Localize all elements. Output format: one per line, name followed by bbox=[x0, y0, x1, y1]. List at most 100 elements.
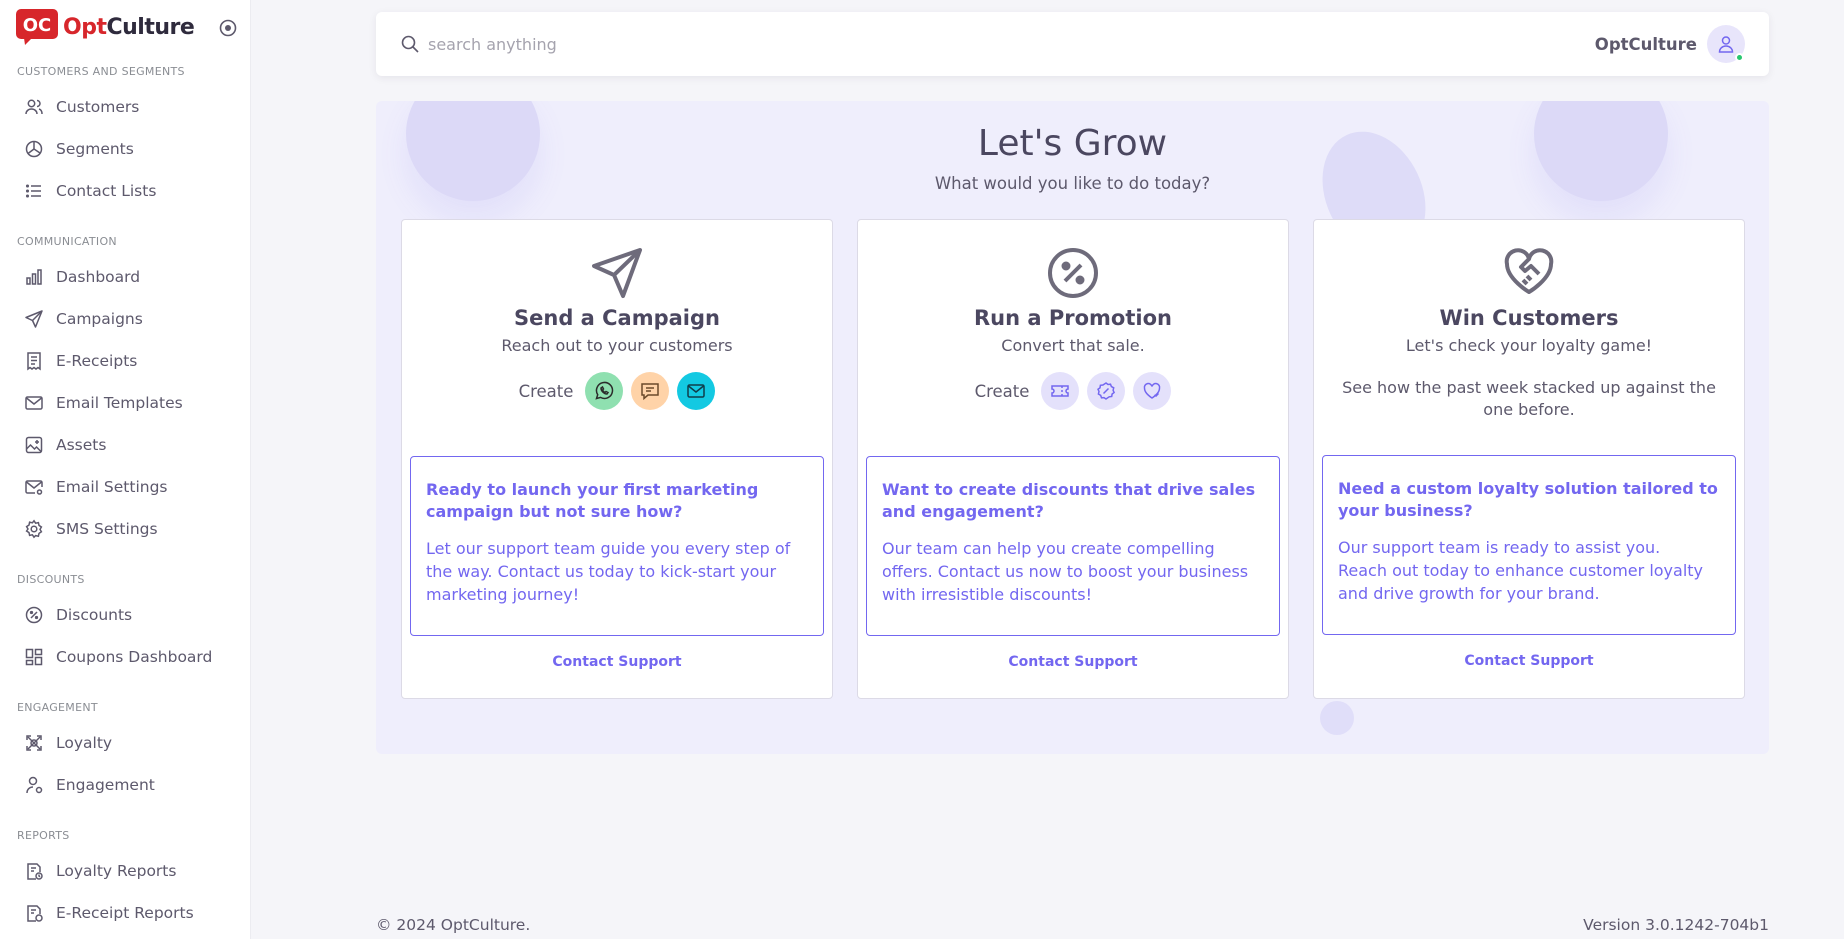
sidebar-item-label: SMS Settings bbox=[56, 520, 158, 538]
sidebar-item-label: E-Receipt Reports bbox=[56, 904, 194, 922]
sidebar: OC OptCulture CUSTOMERS AND SEGMENTS Cus… bbox=[0, 0, 251, 939]
sidebar-item-loyalty[interactable]: Loyalty bbox=[0, 722, 250, 764]
support-text: Our support team is ready to assist you. bbox=[1338, 538, 1661, 557]
user-icon bbox=[1718, 36, 1734, 53]
support-text: Reach out today to enhance customer loya… bbox=[1338, 561, 1704, 603]
win-customers-card: Win Customers Let's check your loyalty g… bbox=[1313, 219, 1745, 699]
contact-support-link[interactable]: Contact Support bbox=[402, 654, 832, 670]
user-name: OptCulture bbox=[1594, 34, 1697, 54]
contact-support-link[interactable]: Contact Support bbox=[858, 654, 1288, 670]
create-label: Create bbox=[974, 381, 1030, 401]
page-title: Let's Grow bbox=[977, 123, 1168, 164]
sidebar-item-label: Contact Lists bbox=[56, 182, 157, 200]
image-icon bbox=[24, 435, 44, 455]
card-title: Run a Promotion bbox=[974, 306, 1172, 330]
create-row: Create bbox=[858, 372, 1288, 410]
card-description: Convert that sale. bbox=[1001, 336, 1145, 355]
pie-chart-icon bbox=[24, 139, 44, 159]
sidebar-item-label: Coupons Dashboard bbox=[56, 648, 213, 666]
sidebar-item-discounts[interactable]: Discounts bbox=[0, 594, 250, 636]
report-icon bbox=[24, 861, 44, 881]
report-icon bbox=[24, 903, 44, 923]
contact-support-link[interactable]: Contact Support bbox=[1314, 653, 1744, 669]
send-icon bbox=[24, 309, 44, 329]
sidebar-item-label: Campaigns bbox=[56, 310, 143, 328]
footer-version: Version 3.0.1242-704b1 bbox=[1583, 916, 1769, 934]
brand-name: OptCulture bbox=[63, 14, 195, 40]
users-icon bbox=[24, 97, 44, 117]
sidebar-item-label: Discounts bbox=[56, 606, 133, 624]
paper-plane-icon bbox=[590, 246, 644, 300]
decor-bubble bbox=[1320, 701, 1354, 735]
sidebar-item-assets[interactable]: Assets bbox=[0, 424, 250, 466]
gear-icon bbox=[24, 519, 44, 539]
support-question: Need a custom loyalty solution tailored … bbox=[1338, 479, 1718, 520]
svg-text:OC: OC bbox=[23, 15, 52, 36]
optculture-logo-icon: OC bbox=[16, 9, 60, 45]
section-header-customers: CUSTOMERS AND SEGMENTS bbox=[17, 65, 185, 78]
create-whatsapp-button[interactable] bbox=[585, 372, 624, 410]
create-label: Create bbox=[518, 381, 574, 401]
bar-chart-icon bbox=[24, 267, 44, 287]
sidebar-item-segments[interactable]: Segments bbox=[0, 128, 250, 170]
loyalty-icon bbox=[24, 733, 44, 753]
sidebar-item-contact-lists[interactable]: Contact Lists bbox=[0, 170, 250, 212]
section-header-communication: COMMUNICATION bbox=[17, 235, 117, 248]
collapse-sidebar-icon[interactable] bbox=[219, 19, 237, 37]
sidebar-item-email-settings[interactable]: Email Settings bbox=[0, 466, 250, 508]
receipt-icon bbox=[24, 351, 44, 371]
ticket-icon bbox=[1051, 385, 1070, 397]
support-text: Our team can help you create compelling … bbox=[882, 539, 1249, 604]
mail-icon bbox=[687, 384, 706, 398]
section-header-engagement: ENGAGEMENT bbox=[17, 701, 98, 714]
section-header-reports: REPORTS bbox=[17, 829, 70, 842]
card-title: Send a Campaign bbox=[514, 306, 720, 330]
card-description: Reach out to your customers bbox=[501, 336, 733, 355]
sidebar-item-label: Dashboard bbox=[56, 268, 141, 286]
sidebar-item-campaigns[interactable]: Campaigns bbox=[0, 298, 250, 340]
sidebar-item-email-templates[interactable]: Email Templates bbox=[0, 382, 250, 424]
list-icon bbox=[24, 181, 44, 201]
sidebar-item-engagement[interactable]: Engagement bbox=[0, 764, 250, 806]
support-callout: Need a custom loyalty solution tailored … bbox=[1322, 455, 1736, 635]
user-engagement-icon bbox=[24, 775, 44, 795]
discount-badge-icon bbox=[1097, 382, 1116, 400]
create-sms-button[interactable] bbox=[631, 372, 670, 410]
heart-icon bbox=[1144, 382, 1161, 399]
create-discount-button[interactable] bbox=[1087, 372, 1126, 410]
sidebar-item-e-receipts[interactable]: E-Receipts bbox=[0, 340, 250, 382]
sidebar-item-label: Engagement bbox=[56, 776, 155, 794]
whatsapp-icon bbox=[595, 381, 614, 400]
sidebar-item-label: Assets bbox=[56, 436, 107, 454]
card-note: See how the past week stacked up against… bbox=[1342, 378, 1716, 419]
heart-handshake-icon bbox=[1502, 246, 1556, 300]
dashboard-icon bbox=[24, 647, 44, 667]
online-status-dot bbox=[1735, 53, 1744, 62]
brand[interactable]: OC OptCulture bbox=[0, 0, 250, 54]
avatar[interactable] bbox=[1707, 25, 1745, 63]
create-loyalty-offer-button[interactable] bbox=[1133, 372, 1172, 410]
mail-settings-icon bbox=[24, 477, 44, 497]
sidebar-item-loyalty-reports[interactable]: Loyalty Reports bbox=[0, 850, 250, 892]
sidebar-item-e-receipt-reports[interactable]: E-Receipt Reports bbox=[0, 892, 250, 934]
support-question: Ready to launch your first marketing cam… bbox=[426, 480, 759, 521]
page-subtitle: What would you like to do today? bbox=[934, 174, 1211, 193]
sidebar-item-label: Loyalty Reports bbox=[56, 862, 177, 880]
create-email-button[interactable] bbox=[677, 372, 716, 410]
sidebar-item-label: E-Receipts bbox=[56, 352, 138, 370]
mail-icon bbox=[24, 393, 44, 413]
sidebar-item-sms-settings[interactable]: SMS Settings bbox=[0, 508, 250, 550]
sidebar-item-dashboard[interactable]: Dashboard bbox=[0, 256, 250, 298]
search-icon[interactable] bbox=[400, 34, 420, 54]
support-callout: Ready to launch your first marketing cam… bbox=[410, 456, 824, 636]
sidebar-item-label: Segments bbox=[56, 140, 134, 158]
create-coupon-button[interactable] bbox=[1041, 372, 1080, 410]
card-description: Let's check your loyalty game! bbox=[1405, 336, 1653, 355]
sidebar-item-customers[interactable]: Customers bbox=[0, 86, 250, 128]
create-row: Create bbox=[402, 372, 832, 410]
search-input[interactable] bbox=[428, 34, 1595, 54]
sidebar-item-coupons-dashboard[interactable]: Coupons Dashboard bbox=[0, 636, 250, 678]
discount-icon bbox=[24, 605, 44, 625]
lets-grow-panel: Let's Grow What would you like to do tod… bbox=[376, 101, 1769, 754]
run-promotion-card: Run a Promotion Convert that sale. Creat… bbox=[857, 219, 1289, 699]
